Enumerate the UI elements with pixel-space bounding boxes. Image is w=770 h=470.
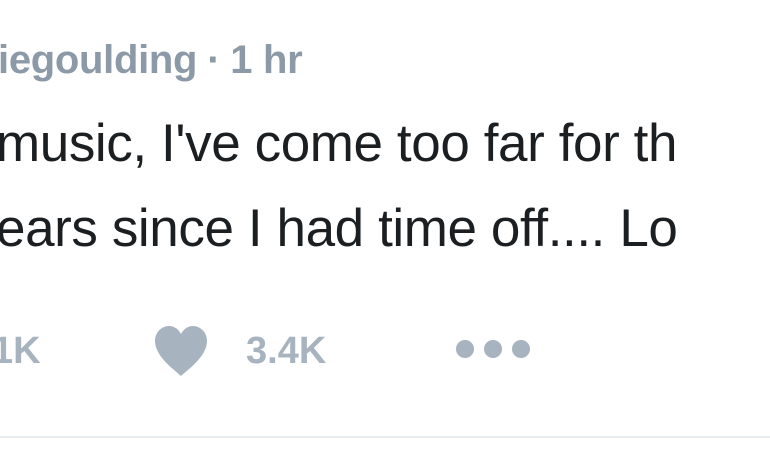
author-handle[interactable]: iegoulding	[0, 38, 198, 82]
divider	[0, 436, 770, 438]
more-dots-icon[interactable]	[453, 339, 533, 359]
heart-icon[interactable]	[152, 324, 210, 378]
tweet-actions: 1K 3.4K	[0, 322, 770, 382]
header-separator: ·	[207, 38, 221, 82]
like-count[interactable]: 3.4K	[246, 330, 326, 373]
tweet-timestamp[interactable]: 1 hr	[230, 38, 302, 82]
retweet-count[interactable]: 1K	[0, 330, 41, 373]
tweet-header: iegoulding · 1 hr	[0, 38, 303, 83]
tweet-text-line-1: music, I've come too far for th	[0, 114, 678, 173]
tweet-card: iegoulding · 1 hr music, I've come too far…	[0, 0, 770, 470]
tweet-text-line-2: ears since I had time off.... Lo	[0, 199, 678, 258]
